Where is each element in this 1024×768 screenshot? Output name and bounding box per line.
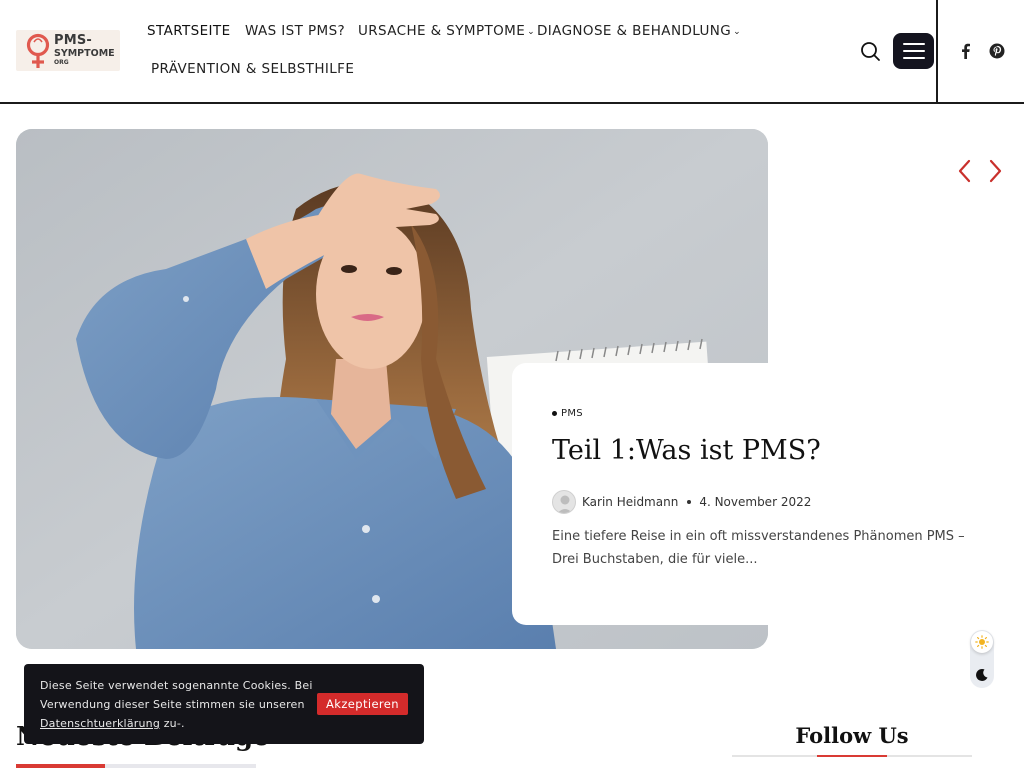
- chevron-right-icon[interactable]: [984, 158, 1006, 184]
- hamburger-line: [902, 57, 925, 59]
- hamburger-line: [902, 43, 925, 45]
- nav-item-praevention-selbsthilfe[interactable]: PRÄVENTION & SELBSTHILFE: [151, 61, 354, 77]
- nav-item-diagnose-behandlung[interactable]: DIAGNOSE & BEHANDLUNG ⌄: [537, 23, 741, 39]
- nav-item-label: PRÄVENTION & SELBSTHILFE: [151, 61, 355, 77]
- hamburger-line: [902, 50, 925, 52]
- chevron-down-icon: ⌄: [733, 27, 742, 37]
- sun-icon[interactable]: [971, 631, 993, 653]
- post-date: 4. November 2022: [699, 495, 812, 509]
- pinterest-icon[interactable]: [989, 43, 1005, 59]
- privacy-policy-link[interactable]: Datenschtuerklärung: [40, 717, 160, 730]
- moon-icon[interactable]: [975, 668, 989, 682]
- chevron-left-icon[interactable]: [954, 158, 976, 184]
- heading-underline-accent: [16, 764, 105, 768]
- search-icon[interactable]: [859, 40, 881, 62]
- nav-item-label: URSACHE & SYMPTOME: [358, 23, 526, 39]
- post-meta: Karin Heidmann 4. November 2022: [552, 489, 811, 515]
- female-symbol-icon: [26, 33, 50, 68]
- nav-item-label: WAS IST PMS?: [245, 23, 346, 39]
- cookie-message: Diese Seite verwendet sogenannte Cookies…: [40, 676, 325, 733]
- user-icon: [557, 495, 573, 513]
- chevron-down-icon: ⌄: [527, 27, 536, 37]
- facebook-icon[interactable]: [958, 43, 974, 59]
- post-title[interactable]: Teil 1:Was ist PMS?: [552, 435, 821, 466]
- category-label: PMS: [561, 408, 583, 419]
- nav-item-label: DIAGNOSE & BEHANDLUNG: [537, 23, 732, 39]
- post-category[interactable]: PMS: [552, 408, 583, 419]
- hamburger-menu-button[interactable]: [893, 33, 934, 69]
- author-avatar[interactable]: [552, 490, 576, 514]
- follow-heading-accent: [817, 755, 887, 757]
- category-dot: [552, 411, 557, 416]
- logo-line-2: SYMPTOME: [54, 48, 115, 59]
- cookie-text-end: zu-.: [160, 717, 185, 730]
- theme-toggle[interactable]: [970, 630, 994, 688]
- nav-item-ursache-symptome[interactable]: URSACHE & SYMPTOME ⌄: [358, 23, 535, 39]
- nav-item-was-ist-pms[interactable]: WAS IST PMS?: [245, 23, 345, 39]
- site-header: PMS- SYMPTOME ORG STARTSEITE WAS IST PMS…: [0, 0, 1024, 104]
- header-divider: [936, 0, 938, 103]
- site-logo[interactable]: PMS- SYMPTOME ORG: [16, 30, 120, 71]
- accept-cookies-button[interactable]: Akzeptieren: [317, 693, 408, 715]
- meta-separator: [687, 500, 692, 504]
- post-excerpt: Eine tiefere Reise in ein oft missversta…: [552, 529, 965, 567]
- post-author[interactable]: Karin Heidmann: [582, 495, 678, 509]
- logo-line-1: PMS-: [54, 33, 93, 48]
- logo-line-3: ORG: [54, 58, 69, 66]
- nav-item-label: STARTSEITE: [147, 23, 231, 39]
- cookie-text-main: Diese Seite verwendet sogenannte Cookies…: [40, 679, 313, 711]
- logo-wordmark: PMS- SYMPTOME ORG: [54, 34, 115, 66]
- follow-us-heading: Follow Us: [795, 723, 909, 748]
- nav-item-startseite[interactable]: STARTSEITE: [147, 23, 231, 39]
- featured-post-card: PMS Teil 1:Was ist PMS? Karin Heidmann 4…: [512, 363, 982, 625]
- cookie-banner: Diese Seite verwendet sogenannte Cookies…: [24, 664, 424, 744]
